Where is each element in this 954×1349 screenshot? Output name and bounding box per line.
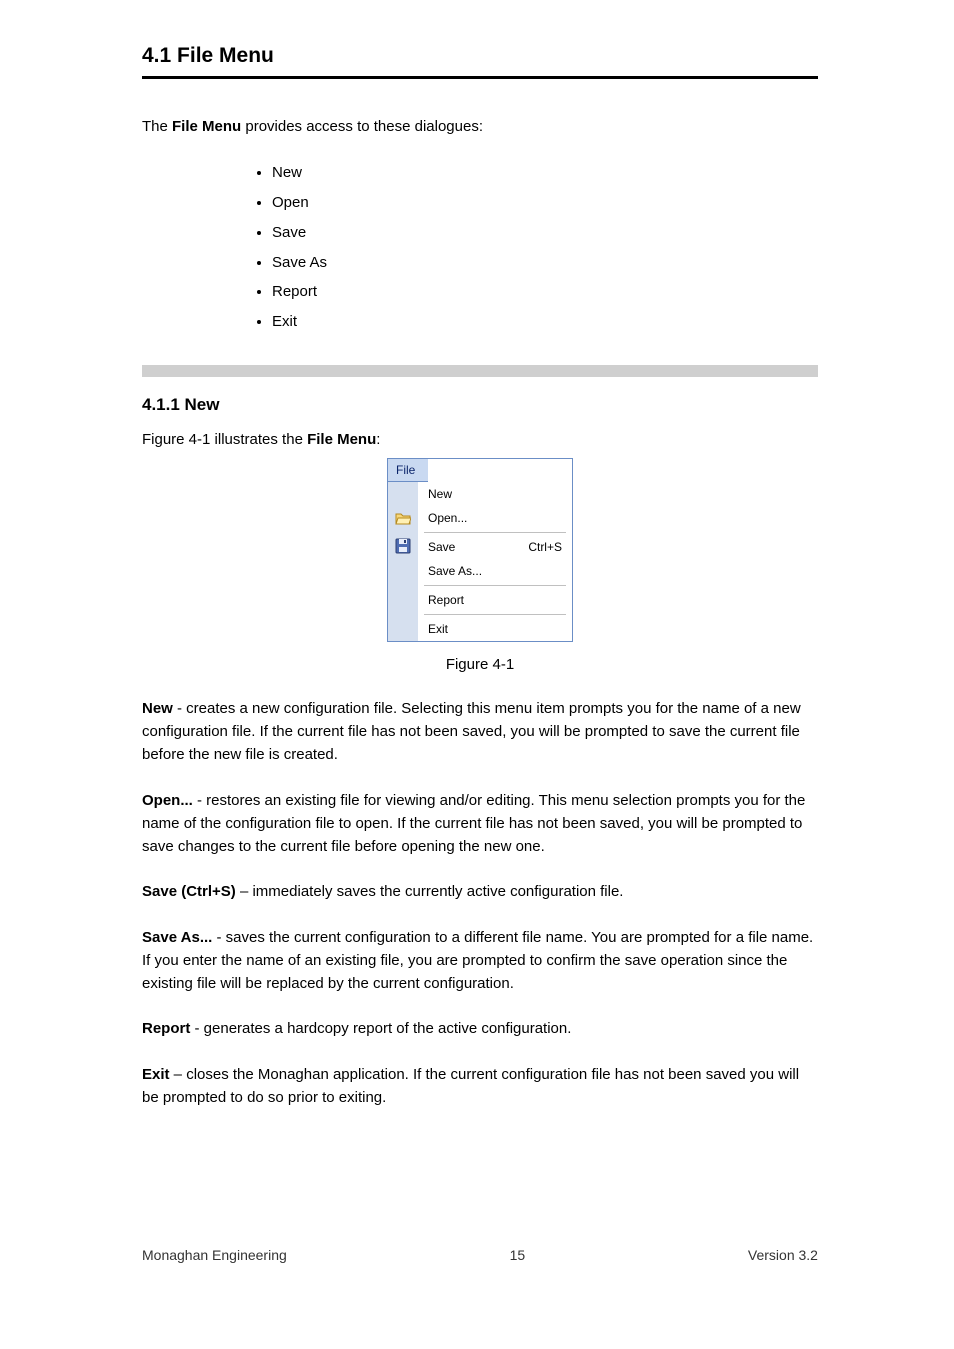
body-save-as: - saves the current configuration to a d…	[142, 929, 813, 993]
para-save: Save (Ctrl+S) – immediately saves the cu…	[142, 880, 818, 903]
bullet-list: New Open Save Save As Report Exit	[142, 158, 818, 337]
body-save: – immediately saves the currently active…	[236, 883, 624, 900]
menu-items: New Open... Save Ctrl+S Save As...	[418, 482, 572, 641]
term-report: Report	[142, 1020, 190, 1037]
menu-item-save: Save Ctrl+S	[418, 535, 572, 559]
icon-slot-empty	[388, 586, 418, 610]
menu-separator	[424, 585, 566, 586]
menu-item-open: Open...	[418, 506, 572, 530]
section-title-text: File Menu	[177, 44, 274, 67]
intro-prefix: The	[142, 118, 172, 135]
list-item: Report	[272, 277, 818, 307]
icon-slot-empty	[388, 482, 418, 506]
section-rule	[142, 76, 818, 79]
intro-paragraph: The File Menu provides access to these d…	[142, 115, 818, 138]
footer-left: Monaghan Engineering	[142, 1247, 287, 1263]
fig-intro-bold: File Menu	[307, 431, 376, 448]
section-heading: 4.1 File Menu	[142, 44, 818, 68]
para-new: New - creates a new configuration file. …	[142, 697, 818, 767]
intro-bold: File Menu	[172, 118, 241, 135]
section-divider-bar	[142, 365, 818, 377]
menu-item-save-as: Save As...	[418, 559, 572, 583]
menu-separator	[424, 614, 566, 615]
subsection-heading: 4.1.1 New	[142, 395, 818, 415]
body-new: - creates a new configuration file. Sele…	[142, 700, 801, 764]
section-number: 4.1	[142, 44, 171, 67]
body-open: - restores an existing file for viewing …	[142, 792, 805, 856]
para-save-as: Save As... - saves the current configura…	[142, 926, 818, 996]
figure-number: Figure 4-1	[142, 656, 818, 673]
list-item: New	[272, 158, 818, 188]
menu-icon-strip	[388, 482, 418, 641]
figure-wrap: File	[142, 458, 818, 642]
save-disk-icon	[388, 534, 418, 558]
list-item: Exit	[272, 307, 818, 337]
para-report: Report - generates a hardcopy report of …	[142, 1017, 818, 1040]
menu-label: Open...	[428, 511, 467, 525]
fig-intro-suffix: :	[376, 431, 380, 448]
list-item: Open	[272, 188, 818, 218]
menu-title: File	[388, 459, 428, 482]
term-exit: Exit	[142, 1066, 170, 1083]
menu-label: Save As...	[428, 564, 482, 578]
file-menu-graphic: File	[387, 458, 573, 642]
menu-separator	[424, 532, 566, 533]
list-item: Save	[272, 218, 818, 248]
list-item: Save As	[272, 248, 818, 278]
menu-item-exit: Exit	[418, 617, 572, 641]
menu-label: Report	[428, 593, 464, 607]
menu-label: Exit	[428, 622, 448, 636]
page-footer: Monaghan Engineering 15 Version 3.2	[0, 1247, 954, 1263]
menu-label: Save	[428, 540, 455, 554]
fig-intro-prefix: Figure 4-1 illustrates the	[142, 431, 307, 448]
menu-item-new: New	[418, 482, 572, 506]
icon-slot-empty	[388, 614, 418, 638]
term-open: Open...	[142, 792, 193, 809]
menu-shortcut: Ctrl+S	[528, 540, 562, 554]
footer-page-number: 15	[510, 1247, 526, 1263]
term-save: Save (Ctrl+S)	[142, 883, 236, 900]
menu-label: New	[428, 487, 452, 501]
folder-open-icon	[388, 506, 418, 530]
footer-right: Version 3.2	[748, 1247, 818, 1263]
figure-intro: Figure 4-1 illustrates the File Menu:	[142, 431, 818, 448]
para-open: Open... - restores an existing file for …	[142, 789, 818, 859]
para-exit: Exit – closes the Monaghan application. …	[142, 1063, 818, 1110]
term-new: New	[142, 700, 173, 717]
term-save-as: Save As...	[142, 929, 212, 946]
intro-suffix: provides access to these dialogues:	[241, 118, 483, 135]
body-report: - generates a hardcopy report of the act…	[190, 1020, 571, 1037]
body-exit: – closes the Monaghan application. If th…	[142, 1066, 799, 1106]
icon-slot-empty	[388, 558, 418, 582]
menu-item-report: Report	[418, 588, 572, 612]
